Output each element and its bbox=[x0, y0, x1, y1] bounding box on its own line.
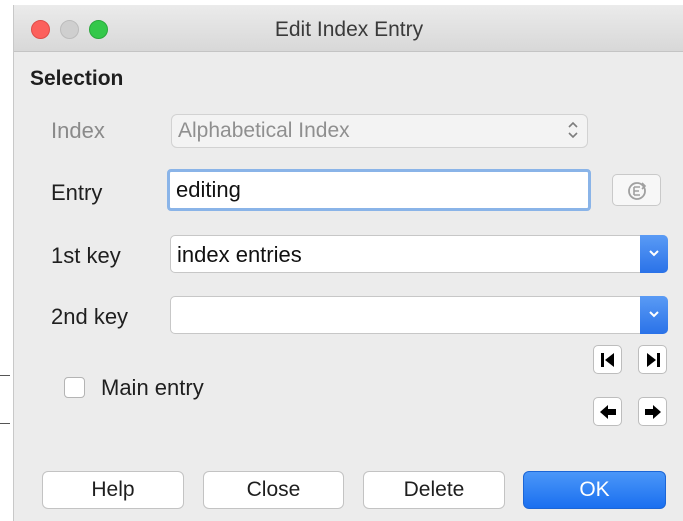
first-key-value: index entries bbox=[177, 242, 302, 267]
second-key-combobox[interactable] bbox=[170, 296, 668, 334]
last-entry-icon bbox=[647, 353, 660, 367]
cycle-icon bbox=[628, 182, 647, 200]
previous-entry-icon bbox=[600, 405, 616, 419]
entry-field[interactable]: editing bbox=[167, 169, 591, 211]
window-title: Edit Index Entry bbox=[274, 18, 424, 41]
next-entry-button[interactable] bbox=[638, 397, 667, 426]
first-key-combobox[interactable]: index entries bbox=[170, 235, 668, 273]
section-heading: Selection bbox=[30, 67, 124, 90]
entry-field-value: editing bbox=[176, 177, 241, 202]
background-edge-mark bbox=[0, 423, 10, 424]
updown-chevron-icon bbox=[567, 119, 579, 143]
first-key-dropdown-button[interactable] bbox=[640, 235, 668, 273]
main-entry-checkbox[interactable] bbox=[64, 377, 85, 398]
apply-to-all-button[interactable] bbox=[612, 174, 661, 206]
first-key-label: 1st key bbox=[51, 243, 121, 268]
chevron-down-icon bbox=[649, 311, 659, 318]
help-button[interactable]: Help bbox=[42, 471, 184, 509]
close-button[interactable]: Close bbox=[203, 471, 344, 509]
ok-button[interactable]: OK bbox=[523, 471, 666, 509]
index-label: Index bbox=[51, 118, 105, 143]
next-entry-icon bbox=[645, 405, 661, 419]
background-edge-mark bbox=[0, 375, 10, 376]
main-entry-label[interactable]: Main entry bbox=[101, 375, 204, 401]
title-bar: Edit Index Entry bbox=[14, 5, 683, 52]
index-select-value: Alphabetical Index bbox=[178, 119, 350, 142]
second-key-label: 2nd key bbox=[51, 304, 129, 329]
second-key-dropdown-button[interactable] bbox=[640, 296, 668, 334]
delete-button[interactable]: Delete bbox=[363, 471, 505, 509]
index-select: Alphabetical Index bbox=[171, 114, 588, 148]
edit-index-entry-dialog: Edit Index Entry Selection Index Alphabe… bbox=[13, 5, 683, 521]
first-entry-icon bbox=[601, 353, 614, 367]
first-entry-button[interactable] bbox=[593, 345, 622, 374]
chevron-down-icon bbox=[649, 250, 659, 257]
previous-entry-button[interactable] bbox=[593, 397, 622, 426]
last-entry-button[interactable] bbox=[638, 345, 667, 374]
entry-label: Entry bbox=[51, 180, 103, 205]
